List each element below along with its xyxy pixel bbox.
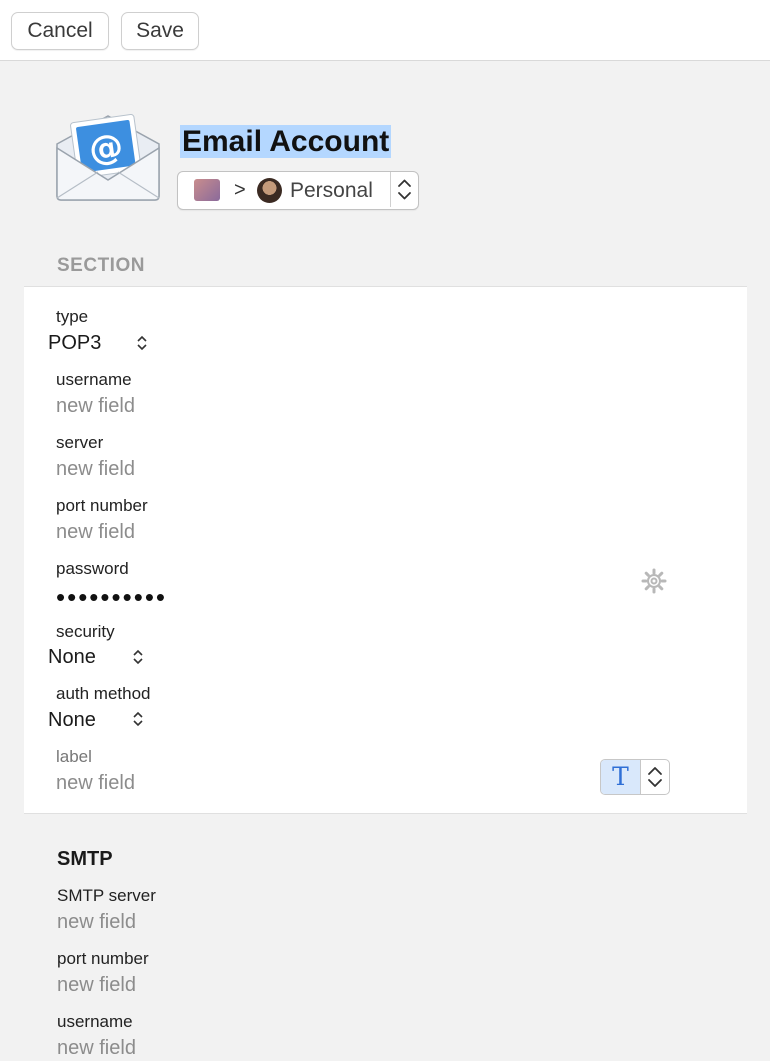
cancel-button[interactable]: Cancel xyxy=(11,12,109,50)
svg-text:@: @ xyxy=(86,126,125,170)
text-type-icon: T xyxy=(601,760,641,794)
field-label-smtp-server: SMTP server xyxy=(57,886,156,905)
security-select[interactable]: None xyxy=(48,644,96,670)
field-label-password: password xyxy=(56,559,129,578)
vault-group-avatar-icon xyxy=(194,179,220,201)
vault-avatar-icon xyxy=(257,178,282,203)
smtp-server-field[interactable]: new field xyxy=(57,909,136,935)
new-field-label[interactable]: label xyxy=(56,746,92,768)
auth-method-select[interactable]: None xyxy=(48,707,96,733)
chevron-right-icon: > xyxy=(234,179,246,201)
server-field[interactable]: new field xyxy=(56,456,135,482)
username-field[interactable]: new field xyxy=(56,393,135,419)
smtp-username-field[interactable]: new field xyxy=(57,1035,136,1061)
section-card: type POP3 username new field server new … xyxy=(24,286,747,814)
password-field[interactable]: •••••••••• xyxy=(56,584,167,610)
vault-selector[interactable]: > Personal xyxy=(177,171,419,210)
toolbar: Cancel Save xyxy=(0,0,770,61)
new-field-value[interactable]: new field xyxy=(56,770,135,796)
gear-icon[interactable] xyxy=(641,568,667,594)
field-type-selector[interactable]: T xyxy=(600,759,670,795)
section-heading[interactable]: SECTION xyxy=(57,255,145,277)
field-label-auth-method: auth method xyxy=(56,684,151,703)
email-envelope-icon: @ xyxy=(54,108,162,204)
up-down-arrows-icon[interactable] xyxy=(132,711,144,729)
field-label-smtp-username: username xyxy=(57,1012,133,1031)
item-title[interactable]: Email Account xyxy=(180,124,392,160)
up-down-arrows-icon[interactable] xyxy=(132,649,144,667)
type-select[interactable]: POP3 xyxy=(48,330,101,356)
field-label-server: server xyxy=(56,433,104,452)
up-down-stepper-icon xyxy=(390,172,418,207)
field-label-port-number: port number xyxy=(56,496,148,515)
smtp-section-title[interactable]: SMTP xyxy=(57,848,113,871)
vault-name: Personal xyxy=(290,179,373,202)
save-button[interactable]: Save xyxy=(121,12,199,50)
field-label-security: security xyxy=(56,622,115,641)
smtp-port-number-field[interactable]: new field xyxy=(57,972,136,998)
port-number-field[interactable]: new field xyxy=(56,519,135,545)
up-down-arrows-icon[interactable] xyxy=(136,335,148,353)
field-label-username: username xyxy=(56,370,132,389)
field-label-type: type xyxy=(56,307,89,326)
up-down-stepper-icon xyxy=(641,760,669,794)
field-label-smtp-port-number: port number xyxy=(57,949,149,968)
